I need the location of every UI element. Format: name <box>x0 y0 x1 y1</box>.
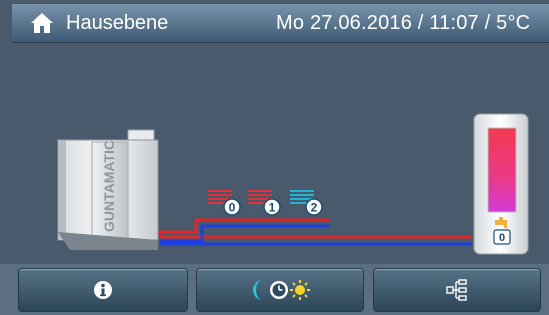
screen: Hausebene Mo 27.06.2016 / 11:07 / 5°C GU… <box>0 0 549 315</box>
pipes <box>158 218 472 246</box>
header-bar: Hausebene Mo 27.06.2016 / 11:07 / 5°C <box>12 4 549 43</box>
hot-water-tank[interactable]: 0 <box>473 113 529 255</box>
home-icon[interactable] <box>30 12 54 34</box>
heating-circuit-number: 0 <box>229 201 236 215</box>
boiler-brand-label: GUNTAMATIC <box>101 140 117 232</box>
hot-water-tank-number: 0 <box>499 232 505 244</box>
boiler[interactable]: GUNTAMATIC <box>57 129 159 250</box>
mode-button[interactable] <box>196 268 364 312</box>
overview-button[interactable] <box>373 268 541 312</box>
moon-clock-sun-icon <box>253 280 310 300</box>
bottom-navigation <box>0 264 549 315</box>
heating-circuit-1[interactable]: 1 <box>248 190 281 216</box>
info-icon <box>94 281 112 299</box>
system-scene: GUNTAMATIC 0 1 2 0 <box>57 113 529 255</box>
heating-circuit-0[interactable]: 0 <box>208 190 241 216</box>
page-title: Hausebene <box>66 12 169 34</box>
heating-circuit-number: 1 <box>269 201 276 215</box>
system-diagram: GUNTAMATIC 0 1 2 0 <box>0 42 549 264</box>
datetime-temperature: Mo 27.06.2016 / 11:07 / 5°C <box>276 12 531 34</box>
heating-circuit-2[interactable]: 2 <box>290 190 323 216</box>
info-button[interactable] <box>18 268 188 312</box>
hierarchy-icon <box>446 279 467 301</box>
heating-circuit-number: 2 <box>311 201 318 215</box>
